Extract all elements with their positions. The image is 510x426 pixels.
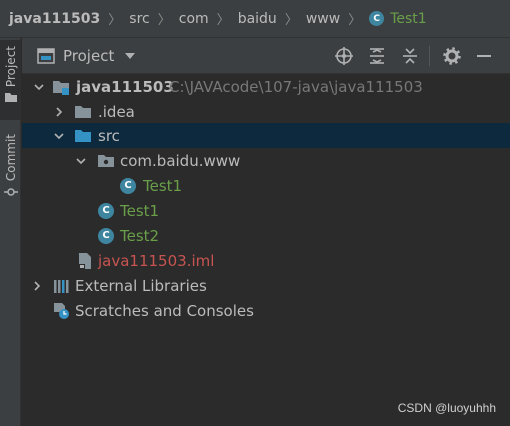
class-icon: C: [369, 11, 385, 26]
watermark: CSDN @luoyuhhh: [397, 401, 496, 415]
library-icon: [54, 279, 69, 293]
project-tree: java111503 C:\JAVAcode\107-java\java1115…: [22, 74, 510, 426]
breadcrumb-separator: 〉: [348, 13, 362, 28]
breadcrumb-src[interactable]: src: [129, 11, 149, 27]
class-icon: C: [98, 202, 114, 219]
tree-class2-label: Test2: [120, 226, 160, 245]
tree-row-root[interactable]: java111503 C:\JAVAcode\107-java\java1115…: [22, 74, 510, 99]
breadcrumb-project[interactable]: java111503: [9, 11, 100, 27]
tree-src-label: src: [98, 126, 120, 145]
tree-external-libraries-label: External Libraries: [75, 276, 207, 295]
breadcrumb-www[interactable]: www: [306, 11, 340, 27]
tree-row-iml[interactable]: java111503.iml: [22, 248, 510, 273]
class-icon: C: [120, 177, 136, 194]
locate-icon[interactable]: [335, 47, 353, 65]
module-folder-icon: [53, 80, 69, 95]
toolbar-divider: [429, 46, 430, 66]
folder-icon: [4, 93, 17, 103]
chevron-down-icon[interactable]: [124, 52, 136, 60]
expand-all-icon[interactable]: [368, 47, 386, 65]
tree-row-package[interactable]: com.baidu.www: [22, 148, 510, 173]
tree-row-pkg-class[interactable]: C Test1: [22, 173, 510, 198]
breadcrumb-separator: 〉: [216, 13, 230, 28]
tree-scratches-label: Scratches and Consoles: [75, 301, 254, 320]
collapse-all-icon[interactable]: [401, 47, 419, 65]
tree-row-class2[interactable]: C Test2: [22, 223, 510, 248]
tree-root-name: java111503: [76, 77, 174, 96]
tab-commit-label: Commit: [3, 134, 18, 182]
tool-window-strip: Project Commit: [0, 38, 21, 426]
tree-row-class1[interactable]: C Test1: [22, 198, 510, 223]
settings-icon[interactable]: [443, 47, 461, 65]
breadcrumb: java111503 〉 src 〉 com 〉 baidu 〉 www 〉 C…: [0, 0, 510, 38]
class-icon: C: [98, 227, 114, 244]
panel-title[interactable]: Project: [63, 47, 114, 65]
breadcrumb-com[interactable]: com: [179, 11, 209, 27]
project-window-icon: [37, 47, 55, 64]
source-folder-icon: [75, 129, 91, 142]
tree-iml-label: java111503.iml: [98, 251, 215, 270]
tab-project-label: Project: [3, 46, 18, 88]
tree-row-idea[interactable]: .idea: [22, 99, 510, 124]
chevron-right-icon[interactable]: [30, 279, 44, 293]
breadcrumb-separator: 〉: [108, 13, 122, 28]
tree-root-path: C:\JAVAcode\107-java\java111503: [169, 77, 423, 96]
package-icon: [98, 154, 114, 167]
tree-row-external-libraries[interactable]: External Libraries: [22, 273, 510, 298]
scratches-icon: [54, 302, 69, 319]
folder-icon: [75, 105, 91, 118]
tree-row-scratches[interactable]: Scratches and Consoles: [22, 298, 510, 323]
chevron-down-icon[interactable]: [52, 129, 66, 143]
module-file-icon: [79, 252, 91, 269]
breadcrumb-separator: 〉: [157, 13, 171, 28]
tree-idea-label: .idea: [98, 102, 135, 121]
tree-row-src[interactable]: src: [22, 123, 510, 148]
tree-class1-label: Test1: [120, 201, 160, 220]
chevron-down-icon[interactable]: [32, 80, 46, 94]
breadcrumb-baidu[interactable]: baidu: [238, 11, 277, 27]
chevron-right-icon[interactable]: [52, 105, 66, 119]
tab-commit[interactable]: Commit: [0, 134, 21, 214]
chevron-down-icon[interactable]: [74, 154, 88, 168]
tab-project[interactable]: Project: [0, 40, 21, 120]
hide-icon[interactable]: [475, 47, 493, 65]
commit-icon: [3, 188, 18, 196]
project-panel-header: Project: [22, 38, 510, 74]
tree-package-label: com.baidu.www: [120, 151, 241, 170]
breadcrumb-current-file[interactable]: Test1: [390, 11, 426, 27]
breadcrumb-separator: 〉: [284, 13, 298, 28]
tree-pkg-class-label: Test1: [143, 176, 183, 195]
